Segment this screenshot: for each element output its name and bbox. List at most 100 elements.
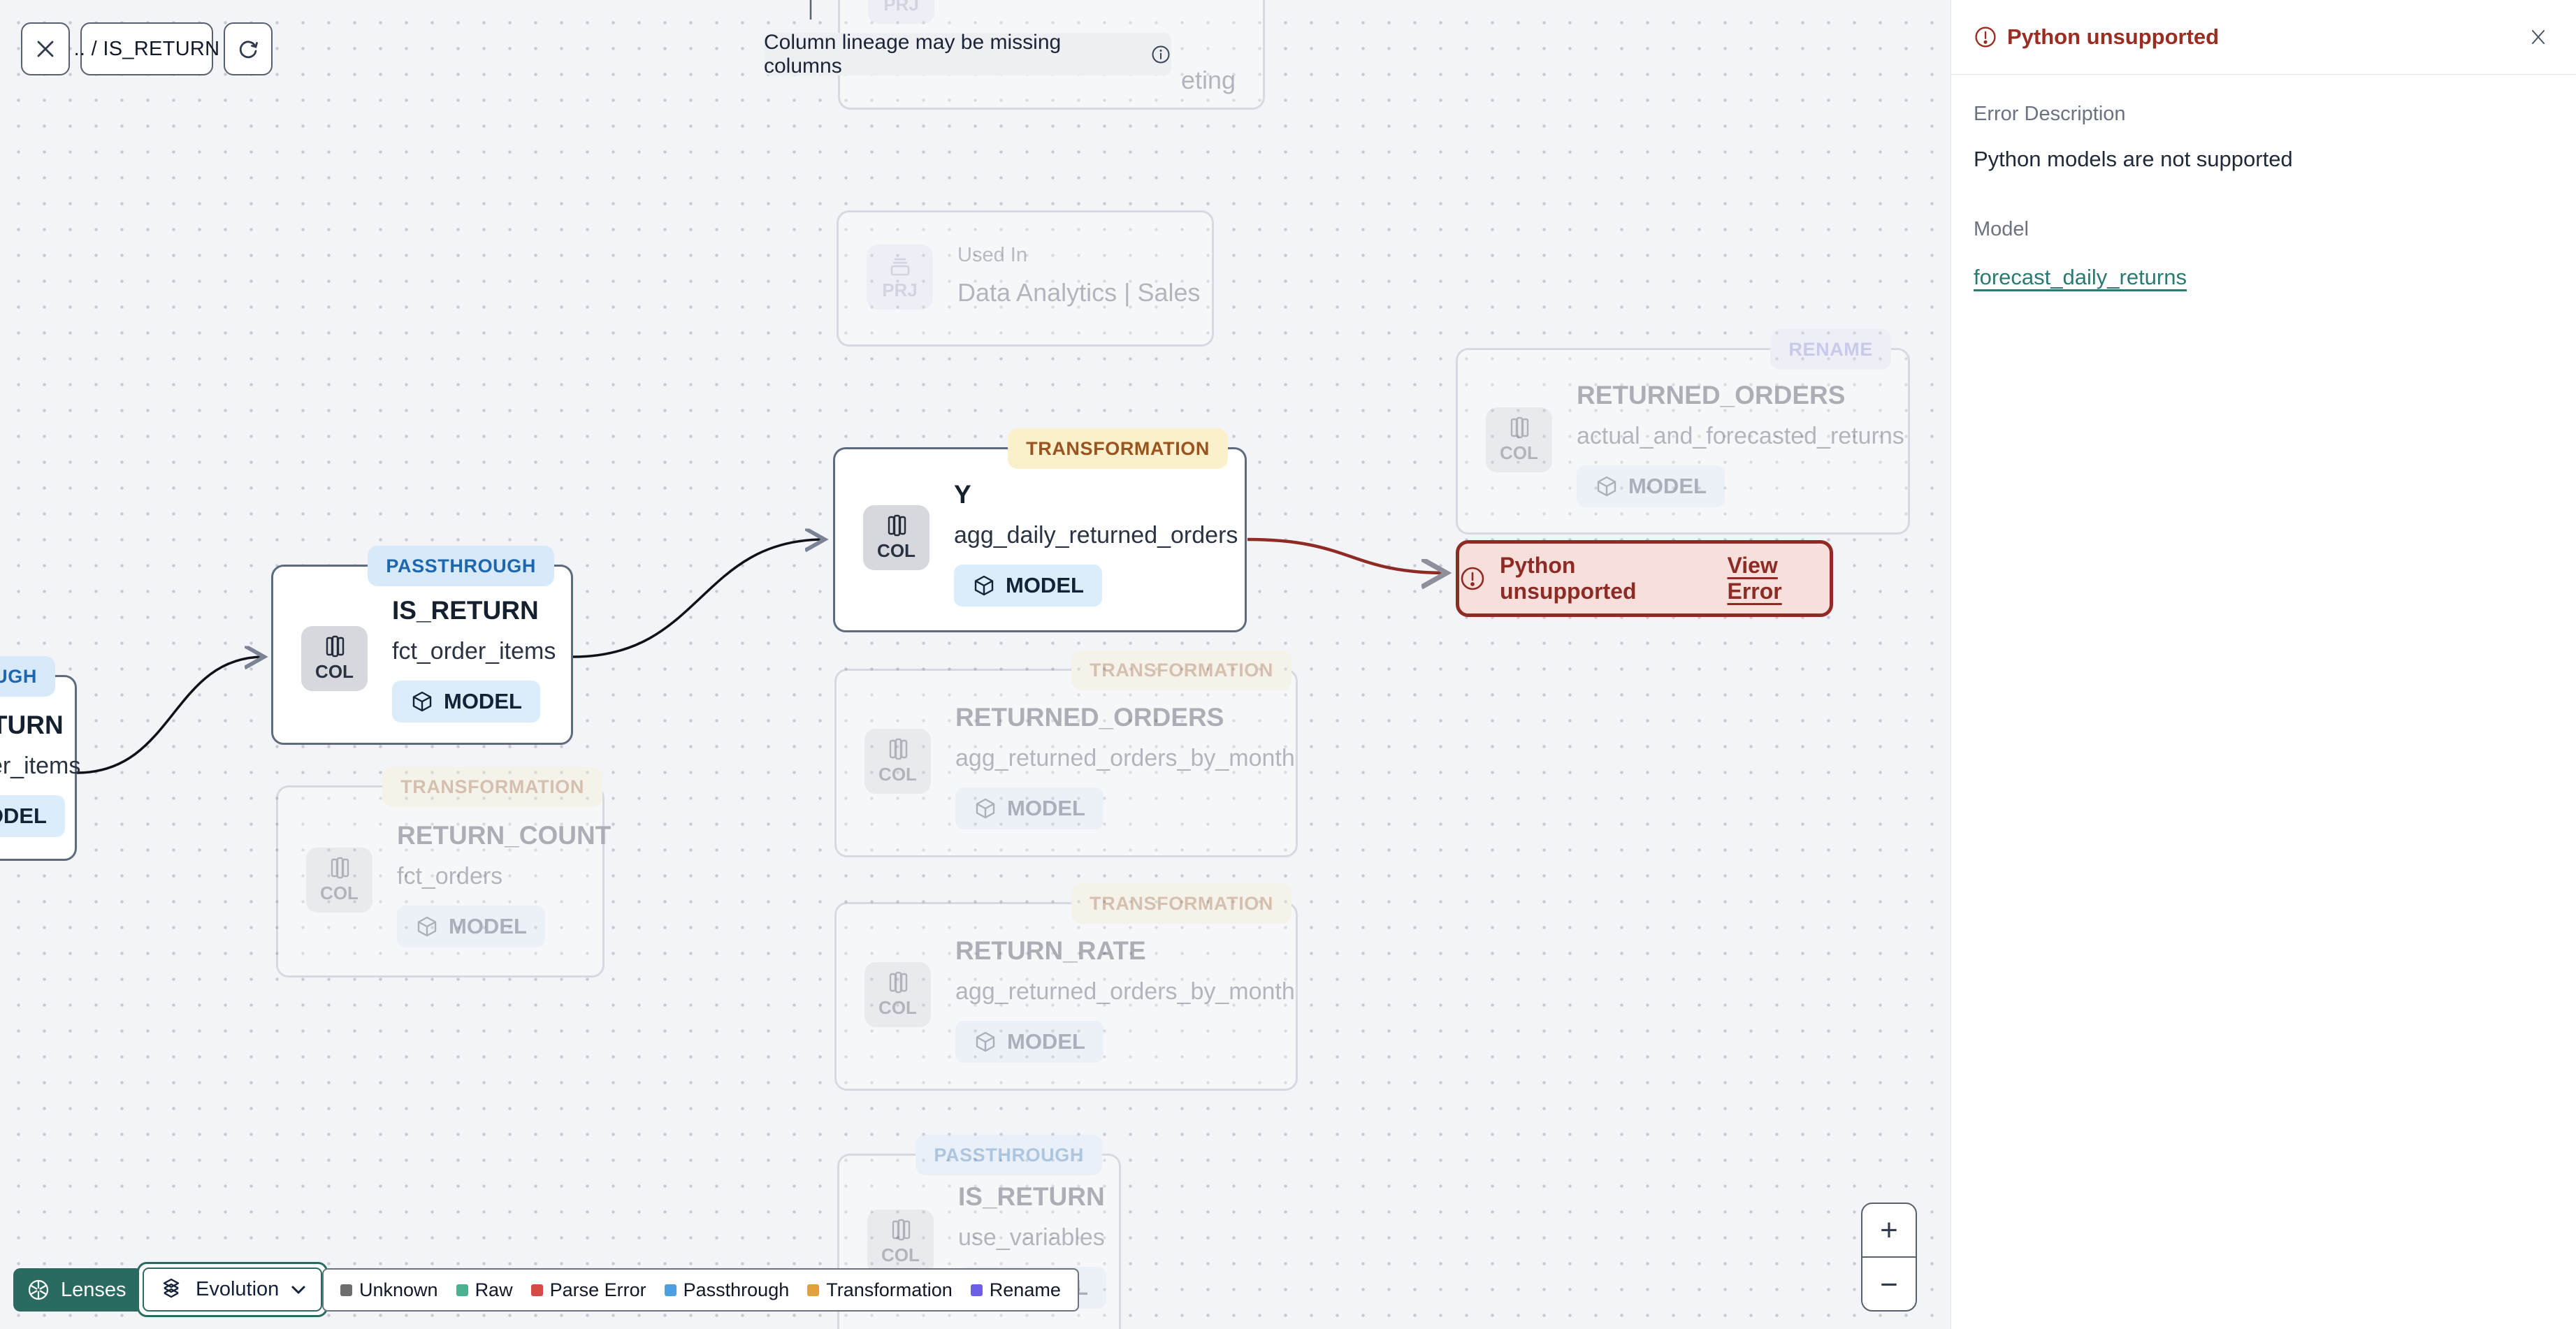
lens-legend: Unknown Raw Parse Error Passthrough Tran… — [322, 1268, 1079, 1312]
model-pill: MODEL — [0, 795, 65, 837]
zoom-out-button[interactable]: − — [1862, 1258, 1916, 1310]
legend-label: Raw — [475, 1279, 513, 1300]
model-pill-label: MODEL — [1007, 796, 1085, 820]
column-name: RETURNED_ORDERS — [1577, 381, 1846, 409]
view-error-link[interactable]: View Error — [1727, 553, 1830, 604]
node-returned-orders-rename[interactable]: RENAME COL RETURNED_ORDERS actual_and_fo… — [1456, 329, 1910, 535]
info-icon[interactable] — [1150, 44, 1171, 65]
model-pill: MODEL — [397, 906, 545, 947]
used-in-label: Used In — [957, 244, 1027, 266]
lens-badge: TRANSFORMATION — [1071, 883, 1291, 924]
refresh-button[interactable] — [224, 22, 273, 75]
cube-icon — [972, 574, 996, 597]
node-python-unsupported-error[interactable]: Python unsupported View Error — [1456, 540, 1833, 617]
columns-icon — [884, 514, 909, 539]
model-pill-label: MODEL — [444, 689, 522, 713]
lens-badge: PASSTHROUGH — [368, 546, 554, 586]
lens-badge: TRANSFORMATION — [1008, 428, 1228, 469]
node-agg-daily-returned-orders[interactable]: TRANSFORMATION COL Y agg_daily_returned_… — [833, 428, 1247, 632]
lens-selector[interactable]: Evolution — [137, 1262, 328, 1317]
error-panel-title: Python unsupported — [2007, 24, 2220, 49]
column-name: RETURN_RATE — [955, 936, 1146, 965]
close-panel-button[interactable] — [2523, 22, 2554, 52]
model-name: use_variables — [958, 1224, 1105, 1251]
model-pill-label: MODEL — [0, 804, 47, 828]
model-name: actual_and_forecasted_returns — [1577, 423, 1904, 449]
project-icon — [888, 253, 913, 278]
legend-label: Rename — [989, 1279, 1061, 1300]
legend-label: Unknown — [359, 1279, 438, 1300]
node-used-in[interactable]: PRJ Used In Data Analytics | Sales — [837, 210, 1214, 347]
cube-icon — [974, 797, 997, 820]
column-chip: COL — [1486, 407, 1552, 472]
legend-item-passthrough: Passthrough — [664, 1279, 789, 1301]
column-chip-label: COL — [315, 661, 354, 682]
cube-icon — [410, 690, 434, 713]
model-link[interactable]: forecast_daily_returns — [1974, 265, 2187, 289]
lineage-notice-text: Column lineage may be missing columns — [764, 30, 1062, 78]
column-chip-label: COL — [1500, 442, 1538, 463]
model-name: agg_daily_returned_orders — [954, 522, 1238, 549]
error-panel-header: Python unsupported — [1951, 0, 2576, 75]
legend-swatch — [530, 1284, 543, 1296]
legend-item-rename: Rename — [970, 1279, 1061, 1301]
node-top-cut-text: eting — [1181, 66, 1236, 94]
columns-icon — [885, 737, 911, 762]
columns-icon — [885, 971, 911, 996]
legend-swatch — [456, 1284, 468, 1296]
model-pill-label: MODEL — [1628, 474, 1707, 498]
model-pill: MODEL — [955, 1021, 1104, 1063]
error-node-text: Python unsupported — [1500, 553, 1637, 604]
lens-badge: PASSTHROUGH — [0, 656, 55, 697]
edge-isreturn-to-agg — [572, 539, 825, 658]
refresh-icon — [236, 36, 261, 61]
chevron-down-icon — [290, 1284, 307, 1295]
column-name: RETURNED_ORDERS — [955, 703, 1224, 732]
model-pill: MODEL — [955, 787, 1104, 829]
error-description-text: Python models are not supported — [1974, 147, 2293, 171]
cube-icon — [1595, 474, 1619, 498]
legend-swatch — [807, 1284, 820, 1296]
lineage-canvas[interactable]: PRJ eting PRJ Used In Data Analytics | S… — [0, 0, 1951, 1329]
model-pill: MODEL — [1577, 465, 1725, 507]
model-name: agg_returned_orders_by_month — [955, 978, 1295, 1005]
close-lineage-button[interactable] — [21, 22, 70, 75]
legend-item-raw: Raw — [456, 1279, 513, 1301]
alert-circle-icon — [1974, 25, 1997, 49]
column-chip: COL — [863, 505, 929, 570]
layers-icon — [158, 1277, 184, 1303]
legend-item-transformation: Transformation — [807, 1279, 953, 1301]
legend-swatch — [340, 1284, 352, 1296]
legend-item-unknown: Unknown — [340, 1279, 438, 1301]
legend-swatch — [970, 1284, 983, 1296]
used-in-project: Data Analytics | Sales — [957, 278, 1201, 307]
legend-label: Transformation — [826, 1279, 953, 1300]
project-chip: PRJ — [868, 0, 934, 24]
legend-label: Parse Error — [549, 1279, 646, 1300]
app-window: PRJ eting PRJ Used In Data Analytics | S… — [0, 0, 2576, 1329]
node-returned-orders-month[interactable]: TRANSFORMATION COL RETURNED_ORDERS agg_r… — [834, 650, 1298, 857]
lens-selector-button[interactable]: Evolution — [143, 1268, 323, 1312]
node-return-count[interactable]: TRANSFORMATION COL RETURN_COUNT fct_orde… — [276, 767, 611, 978]
column-chip-label: COL — [877, 540, 916, 561]
model-pill: MODEL — [392, 681, 540, 722]
model-label: Model — [1974, 218, 2029, 240]
column-chip: COL — [301, 626, 368, 691]
breadcrumb[interactable]: .. / IS_RETURN — [74, 22, 219, 75]
node-is-return-upstream[interactable]: PASSTHROUGH IS_RETURN fct_order_items MO… — [0, 656, 80, 861]
lenses-aperture-icon — [26, 1277, 51, 1302]
selected-lens-label: Evolution — [196, 1278, 280, 1300]
zoom-in-button[interactable]: + — [1862, 1204, 1916, 1258]
columns-icon — [327, 856, 352, 881]
model-pill: MODEL — [954, 565, 1102, 607]
node-is-return[interactable]: PASSTHROUGH COL IS_RETURN fct_order_item… — [271, 546, 573, 745]
columns-icon — [1507, 416, 1532, 441]
edge-agg-to-error — [1247, 537, 1447, 573]
breadcrumb-label: .. / IS_RETURN — [73, 37, 220, 60]
lenses-button-label: Lenses — [61, 1278, 126, 1301]
lenses-button[interactable]: Lenses — [13, 1268, 143, 1312]
zoom-control: + − — [1861, 1203, 1917, 1312]
cube-icon — [415, 915, 439, 938]
error-detail-panel: Python unsupported Error Description Pyt… — [1951, 0, 2576, 1329]
node-return-rate[interactable]: TRANSFORMATION COL RETURN_RATE agg_retur… — [834, 883, 1298, 1091]
